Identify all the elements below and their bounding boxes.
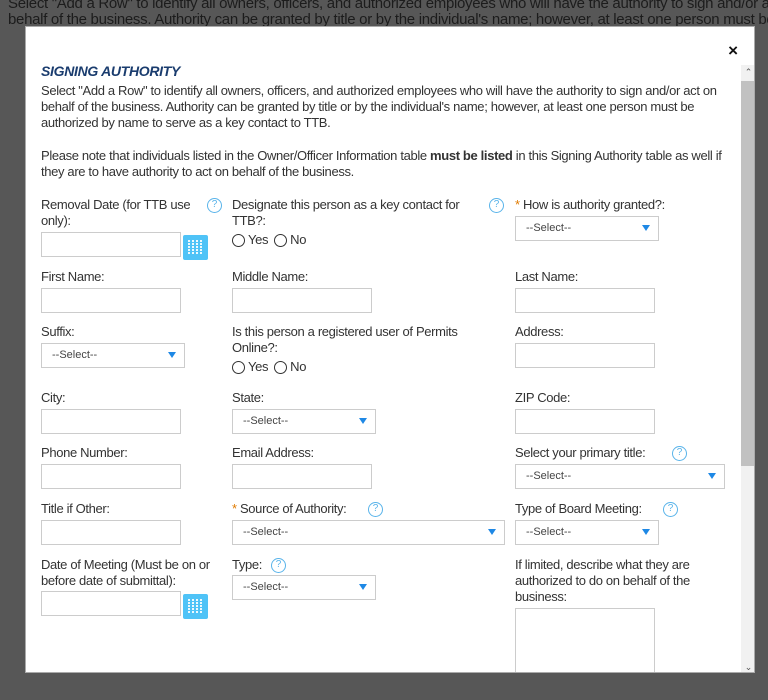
zip-label: ZIP Code: — [515, 390, 571, 405]
address-label: Address: — [515, 324, 564, 339]
last-name-label: Last Name: — [515, 269, 578, 284]
intro-text: Select "Add a Row" to identify all owner… — [41, 83, 717, 130]
how-granted-text: How is authority granted?: — [522, 197, 665, 212]
calendar-icon[interactable] — [183, 594, 208, 619]
phone-label: Phone Number: — [41, 445, 128, 460]
board-meeting-label: Type of Board Meeting: — [515, 501, 642, 516]
how-granted-label: * How is authority granted?: — [515, 197, 735, 213]
city-input[interactable] — [41, 409, 181, 434]
zip-input[interactable] — [515, 409, 655, 434]
registered-user-radio-group: Yes No — [232, 360, 309, 374]
select-value: --Select-- — [526, 526, 572, 538]
caret-down-icon — [642, 529, 650, 535]
close-button[interactable]: × — [728, 41, 738, 61]
address-input[interactable] — [515, 343, 655, 368]
registered-user-label: Is this person a registered user of Perm… — [232, 324, 458, 355]
suffix-select[interactable]: --Select-- — [41, 343, 185, 368]
help-icon[interactable]: ? — [672, 446, 687, 461]
state-label: State: — [232, 390, 264, 405]
help-icon[interactable]: ? — [489, 198, 504, 213]
select-value: --Select-- — [243, 526, 289, 538]
middle-name-label: Middle Name: — [232, 269, 308, 284]
key-contact-yes-radio[interactable] — [232, 233, 245, 247]
select-value: --Select-- — [243, 415, 289, 427]
dialog-title: SIGNING AUTHORITY — [41, 63, 181, 79]
note-pre: Please note that individuals listed in t… — [41, 148, 431, 163]
email-label: Email Address: — [232, 445, 314, 460]
caret-down-icon — [488, 529, 496, 535]
key-contact-no-radio[interactable] — [274, 233, 288, 247]
caret-down-icon — [359, 418, 367, 424]
caret-down-icon — [642, 225, 650, 231]
suffix-label: Suffix: — [41, 324, 75, 339]
help-icon[interactable]: ? — [663, 502, 678, 517]
caret-down-icon — [708, 473, 716, 479]
select-value: --Select-- — [526, 470, 572, 482]
help-icon[interactable]: ? — [271, 558, 286, 573]
city-label: City: — [41, 390, 66, 405]
registered-no-radio[interactable] — [274, 360, 288, 374]
key-contact-radio-group: Yes No — [232, 233, 309, 247]
source-authority-select[interactable]: --Select-- — [232, 520, 505, 545]
yes-label: Yes — [248, 359, 269, 374]
registered-yes-radio[interactable] — [232, 360, 245, 374]
first-name-label: First Name: — [41, 269, 105, 284]
scrollbar[interactable]: ⌃ ⌄ — [741, 65, 754, 672]
no-label: No — [290, 359, 307, 374]
title-other-label: Title if Other: — [41, 501, 110, 516]
meeting-date-label: Date of Meeting (Must be on or before da… — [41, 557, 210, 588]
signing-authority-dialog: × ⌃ ⌄ SIGNING AUTHORITY Select "Add a Ro… — [25, 26, 755, 673]
required-mark: * — [515, 197, 520, 212]
primary-title-select[interactable]: --Select-- — [515, 464, 725, 489]
select-value: --Select-- — [243, 581, 289, 593]
board-meeting-select[interactable]: --Select-- — [515, 520, 659, 545]
type-select[interactable]: --Select-- — [232, 575, 376, 600]
last-name-input[interactable] — [515, 288, 655, 313]
limited-desc-textarea[interactable] — [515, 608, 655, 672]
help-icon[interactable]: ? — [368, 502, 383, 517]
caret-down-icon — [168, 352, 176, 358]
title-other-input[interactable] — [41, 520, 181, 545]
middle-name-input[interactable] — [232, 288, 372, 313]
state-select[interactable]: --Select-- — [232, 409, 376, 434]
scroll-up-icon[interactable]: ⌃ — [741, 65, 754, 79]
removal-date-input[interactable] — [41, 232, 181, 257]
how-granted-select[interactable]: --Select-- — [515, 216, 659, 241]
required-mark: * — [232, 501, 237, 516]
no-label: No — [290, 232, 307, 247]
type-label: Type: — [232, 557, 263, 572]
yes-label: Yes — [248, 232, 269, 247]
note-text: Please note that individuals listed in t… — [41, 148, 731, 180]
source-authority-label: * Source of Authority: — [232, 501, 347, 517]
help-icon[interactable]: ? — [207, 198, 222, 213]
calendar-icon[interactable] — [183, 235, 208, 260]
caret-down-icon — [359, 584, 367, 590]
first-name-input[interactable] — [41, 288, 181, 313]
bg-text: Select "Add a Row" to identify all owner… — [8, 0, 768, 12]
email-input[interactable] — [232, 464, 372, 489]
scroll-down-icon[interactable]: ⌄ — [741, 660, 754, 672]
select-value: --Select-- — [526, 222, 572, 234]
meeting-date-input[interactable] — [41, 591, 181, 616]
note-bold: must be listed — [430, 148, 513, 163]
removal-date-label: Removal Date (for TTB use only): — [41, 197, 191, 228]
select-value: --Select-- — [52, 349, 98, 361]
scrollbar-thumb[interactable] — [741, 81, 754, 466]
limited-desc-label: If limited, describe what they are autho… — [515, 557, 690, 604]
source-authority-text: Source of Authority: — [239, 501, 347, 516]
key-contact-label: Designate this person as a key contact f… — [232, 197, 460, 228]
phone-input[interactable] — [41, 464, 181, 489]
primary-title-label: Select your primary title: — [515, 445, 646, 460]
